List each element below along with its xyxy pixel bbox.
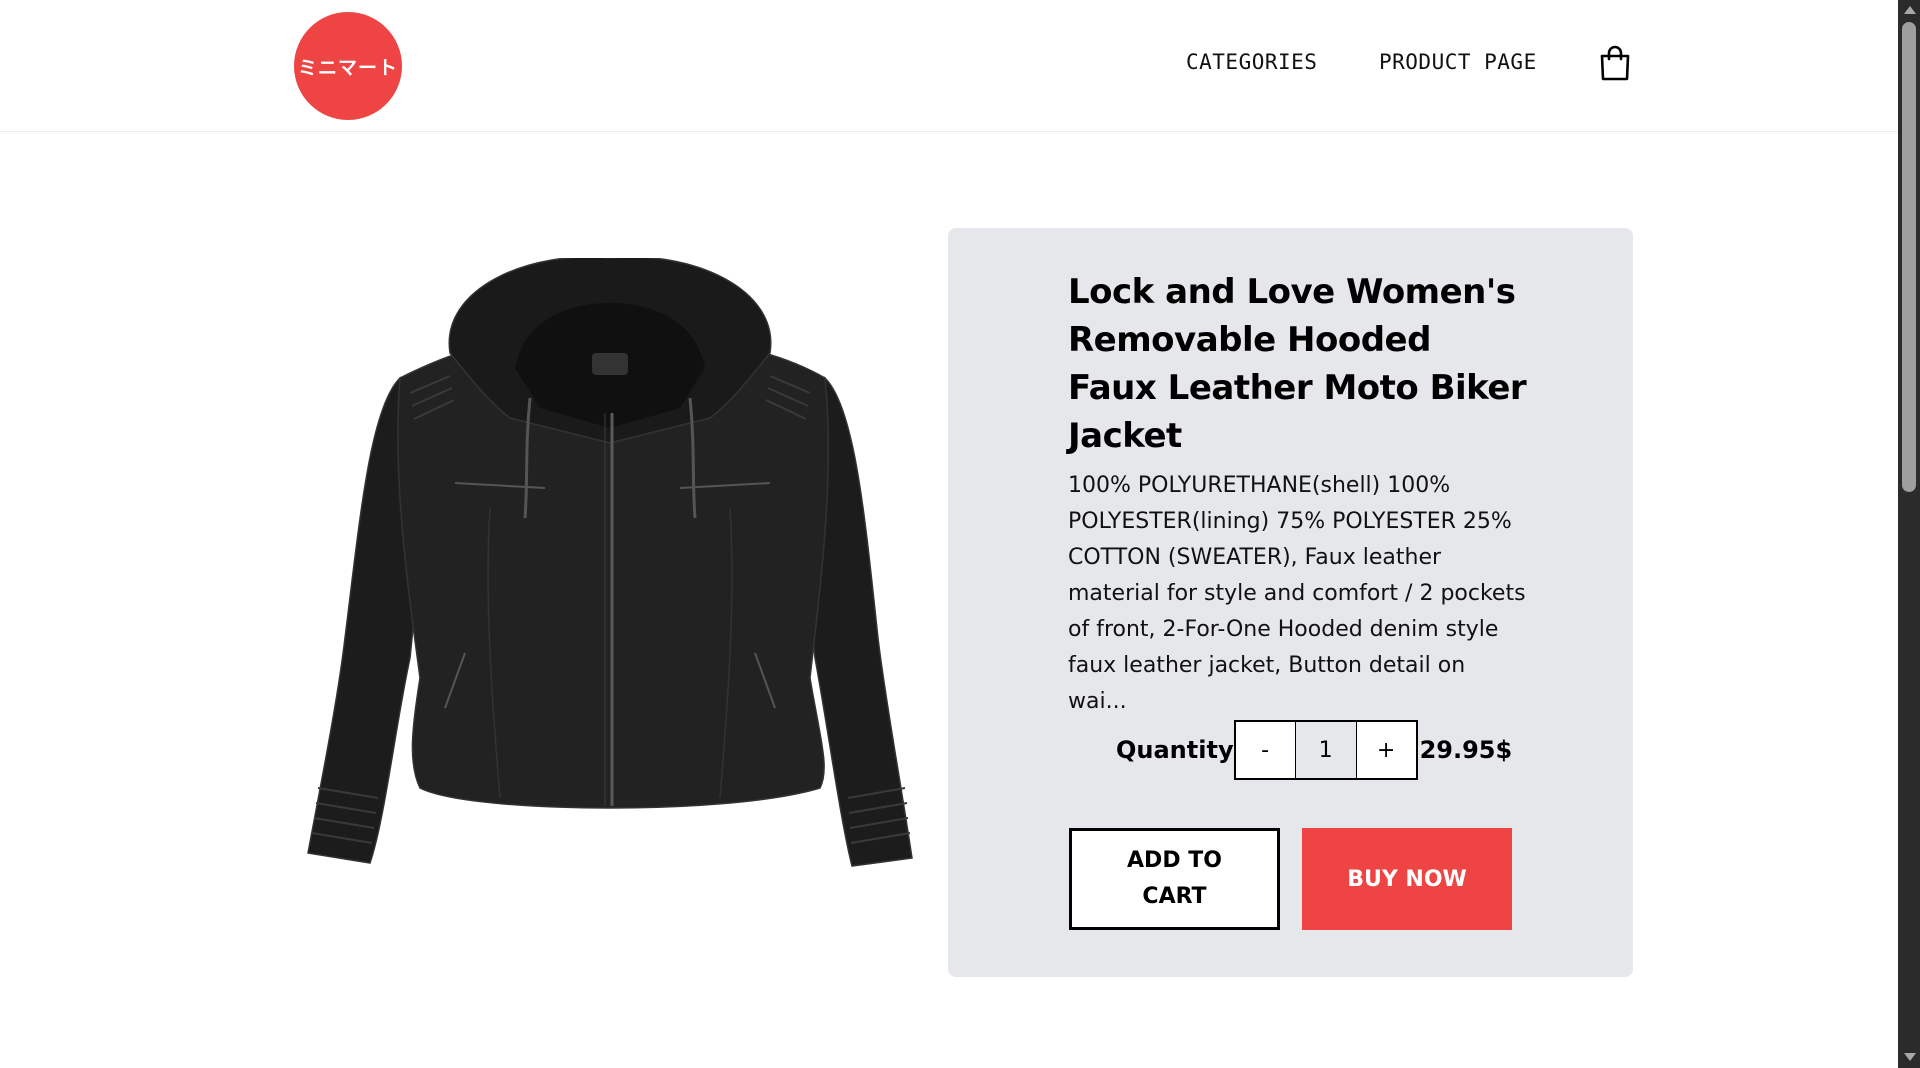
scroll-down-arrow-icon[interactable] <box>1904 1053 1916 1061</box>
scroll-up-arrow-icon[interactable] <box>1904 6 1916 14</box>
vertical-scrollbar[interactable] <box>1898 0 1920 1068</box>
site-header: ミニマート CATEGORIES PRODUCT PAGE <box>0 0 1898 132</box>
logo[interactable]: ミニマート <box>294 12 402 120</box>
product-description: 100% POLYURETHANE(shell) 100% POLYESTER(… <box>1068 473 1526 714</box>
buy-now-button[interactable]: BUY NOW <box>1302 828 1512 930</box>
product-price: 29.95$ <box>1419 736 1513 764</box>
add-to-cart-button[interactable]: ADD TO CART <box>1069 828 1280 930</box>
decrement-button[interactable]: - <box>1235 722 1296 778</box>
page: ミニマート CATEGORIES PRODUCT PAGE Lock and L… <box>0 0 1898 1068</box>
increment-button[interactable]: + <box>1355 722 1416 778</box>
product-info-panel: Lock and Love Women's Removable Hooded F… <box>948 228 1633 977</box>
quantity-label: Quantity <box>1116 736 1234 764</box>
shopping-bag-icon[interactable] <box>1599 45 1631 81</box>
product-title: Lock and Love Women's Removable Hooded F… <box>1068 272 1527 456</box>
quantity-value[interactable]: 1 <box>1295 722 1356 778</box>
quantity-stepper: - 1 + <box>1233 720 1418 780</box>
product-image <box>307 258 913 867</box>
quantity-row: Quantity - 1 + 29.95$ <box>1116 720 1512 780</box>
scroll-thumb[interactable] <box>1902 22 1916 492</box>
nav-product-page-link[interactable]: PRODUCT PAGE <box>1379 50 1537 74</box>
nav-categories-link[interactable]: CATEGORIES <box>1186 50 1317 74</box>
